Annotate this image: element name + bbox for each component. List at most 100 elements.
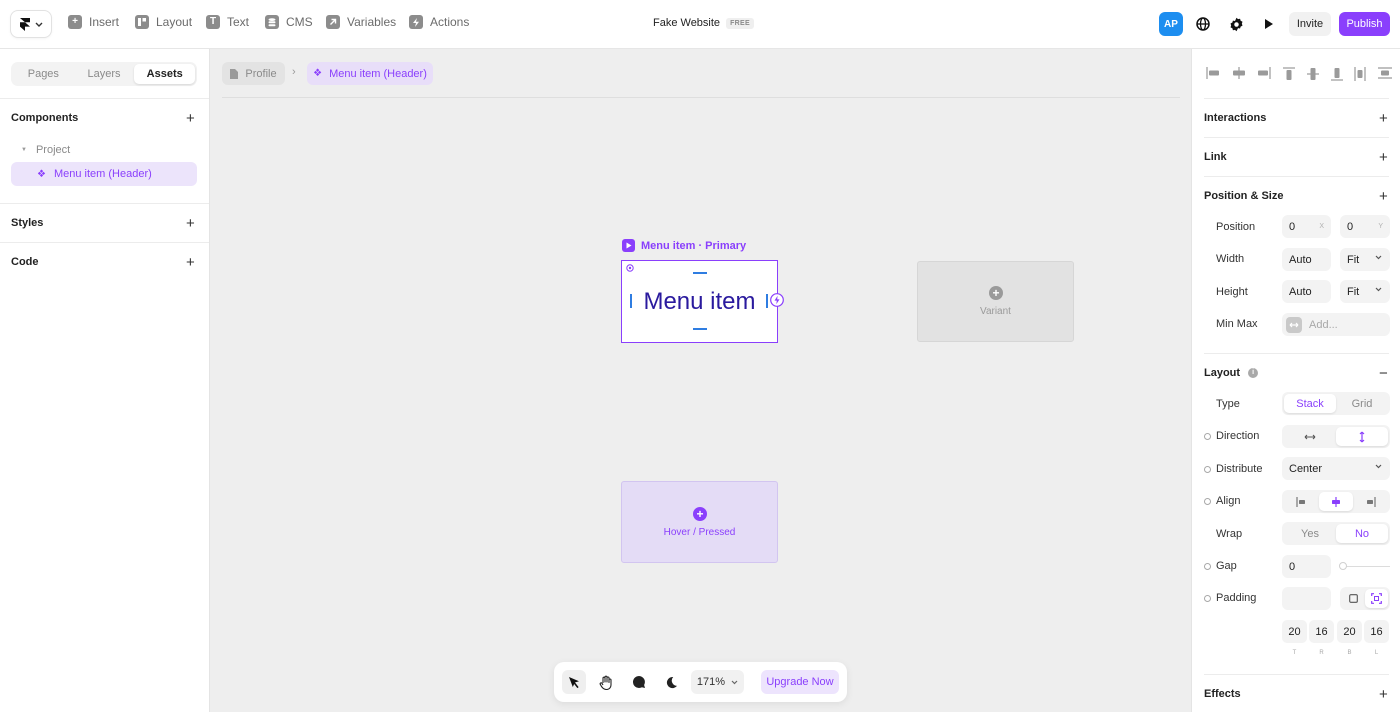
hover-pressed-label: Hover / Pressed xyxy=(663,527,736,538)
padding-bottom-handle[interactable] xyxy=(693,328,707,330)
cursor-icon[interactable] xyxy=(562,670,586,694)
direction-horizontal-icon[interactable] xyxy=(1284,427,1336,446)
component-item[interactable]: ❖ Menu item (Header) xyxy=(11,162,197,186)
padding-left-input[interactable]: 16 xyxy=(1364,620,1389,643)
padding-bottom-input[interactable]: 20 xyxy=(1337,620,1362,643)
globe-icon[interactable] xyxy=(1191,12,1215,36)
width-value: Auto xyxy=(1289,253,1312,266)
padding-uniform-icon[interactable] xyxy=(1342,589,1365,608)
play-icon xyxy=(622,239,635,252)
direction-vertical-icon[interactable] xyxy=(1336,427,1388,446)
variable-dot-icon[interactable] xyxy=(1204,595,1211,602)
align-center-horizontal-icon[interactable] xyxy=(1232,67,1246,79)
padding-right-input[interactable]: 16 xyxy=(1309,620,1334,643)
distribute-vertical-icon[interactable] xyxy=(1377,67,1392,79)
gear-icon[interactable] xyxy=(1224,12,1248,36)
type-stack[interactable]: Stack xyxy=(1284,394,1336,413)
align-right-icon[interactable] xyxy=(1257,67,1272,79)
padding-input[interactable] xyxy=(1282,587,1331,610)
publish-button[interactable]: Publish xyxy=(1339,12,1390,36)
upgrade-button[interactable]: Upgrade Now xyxy=(761,670,839,694)
cms-button[interactable]: CMS xyxy=(265,15,313,29)
divider xyxy=(0,242,209,243)
padding-top-input[interactable]: 20 xyxy=(1282,620,1307,643)
site-title[interactable]: Fake Website FREE xyxy=(653,17,754,29)
align-top-icon[interactable] xyxy=(1283,67,1296,81)
interaction-bolt-icon[interactable] xyxy=(770,293,784,307)
gap-slider-track[interactable] xyxy=(1342,566,1390,567)
hand-icon[interactable] xyxy=(594,670,618,694)
hover-pressed-variant[interactable]: + Hover / Pressed xyxy=(621,481,778,563)
align-center-vertical-icon[interactable] xyxy=(1306,67,1319,81)
add-component-icon[interactable]: + xyxy=(186,111,195,126)
distribute-horizontal-icon[interactable] xyxy=(1354,67,1366,81)
wrap-no[interactable]: No xyxy=(1336,524,1388,543)
padding-right-handle[interactable] xyxy=(766,294,768,308)
plan-badge: FREE xyxy=(726,17,754,29)
app-menu-button[interactable] xyxy=(11,11,51,37)
add-code-icon[interactable]: + xyxy=(186,255,195,270)
padding-left-handle[interactable] xyxy=(630,294,632,308)
position-y-input[interactable]: 0 Y xyxy=(1340,215,1390,238)
link-heading: Link xyxy=(1204,151,1227,163)
variable-dot-icon[interactable] xyxy=(1204,433,1211,440)
padding-top-handle[interactable] xyxy=(693,272,707,274)
add-effect-icon[interactable]: + xyxy=(1379,687,1388,702)
info-icon[interactable]: i xyxy=(1248,368,1259,378)
chevron-down-icon xyxy=(1375,287,1382,292)
wrap-yes[interactable]: Yes xyxy=(1284,524,1336,543)
origin-target-icon[interactable] xyxy=(626,264,634,272)
text-button[interactable]: T Text xyxy=(206,15,249,29)
add-variant-button[interactable]: + Variant xyxy=(917,261,1074,342)
align-left-icon[interactable] xyxy=(1206,67,1220,79)
align-center-icon[interactable] xyxy=(1318,492,1354,511)
add-link-icon[interactable]: + xyxy=(1379,150,1388,165)
width-mode-select[interactable]: Fit xyxy=(1340,248,1390,271)
height-value: Auto xyxy=(1289,285,1312,298)
invite-button[interactable]: Invite xyxy=(1289,12,1331,36)
project-folder[interactable]: ▼ Project xyxy=(21,144,70,156)
insert-button[interactable]: + Insert xyxy=(68,15,119,29)
moon-icon[interactable] xyxy=(659,670,683,694)
breadcrumb-profile[interactable]: Profile xyxy=(222,62,285,85)
add-style-icon[interactable]: + xyxy=(186,216,195,231)
play-preview-icon[interactable] xyxy=(1257,12,1281,36)
minmax-input[interactable]: Add... xyxy=(1282,313,1390,336)
primary-variant-frame[interactable]: Menu item xyxy=(621,260,784,343)
tab-assets[interactable]: Assets xyxy=(134,64,196,84)
comment-icon[interactable] xyxy=(627,670,651,694)
position-x-input[interactable]: 0 X xyxy=(1282,215,1331,238)
actions-button[interactable]: Actions xyxy=(409,15,469,29)
insert-label: Insert xyxy=(89,15,120,29)
gap-input[interactable]: 0 xyxy=(1282,555,1331,578)
variable-dot-icon[interactable] xyxy=(1204,498,1211,505)
add-interaction-icon[interactable]: + xyxy=(1379,111,1388,126)
effects-heading: Effects xyxy=(1204,688,1241,700)
height-mode-select[interactable]: Fit xyxy=(1340,280,1390,303)
variable-dot-icon[interactable] xyxy=(1204,466,1211,473)
layout-button[interactable]: Layout xyxy=(135,15,192,29)
zoom-select[interactable]: 171% xyxy=(691,670,744,694)
variable-dot-icon[interactable] xyxy=(1204,563,1211,570)
variables-button[interactable]: Variables xyxy=(326,15,396,29)
distribute-select[interactable]: Center xyxy=(1282,457,1390,480)
padding-individual-icon[interactable] xyxy=(1365,589,1388,608)
position-size-heading: Position & Size xyxy=(1204,190,1284,202)
frame-label[interactable]: Menu item · Primary xyxy=(622,239,746,252)
gap-slider-handle[interactable] xyxy=(1339,562,1347,570)
align-bottom-icon[interactable] xyxy=(1330,67,1343,81)
collapse-layout-icon[interactable]: − xyxy=(1379,366,1388,381)
wrap-toggle: Yes No xyxy=(1282,522,1390,545)
height-input[interactable]: Auto xyxy=(1282,280,1331,303)
breadcrumb-component[interactable]: ❖ Menu item (Header) xyxy=(307,62,433,85)
tab-pages[interactable]: Pages xyxy=(13,64,74,84)
add-position-icon[interactable]: + xyxy=(1379,189,1388,204)
width-input[interactable]: Auto xyxy=(1282,248,1331,271)
framer-logo-icon xyxy=(19,17,30,31)
align-end-icon[interactable] xyxy=(1353,492,1388,511)
type-grid[interactable]: Grid xyxy=(1336,394,1388,413)
avatar[interactable]: AP xyxy=(1159,12,1183,36)
tab-layers[interactable]: Layers xyxy=(74,64,135,84)
canvas[interactable]: Profile › ❖ Menu item (Header) Menu item… xyxy=(210,49,1191,712)
align-start-icon[interactable] xyxy=(1284,492,1319,511)
